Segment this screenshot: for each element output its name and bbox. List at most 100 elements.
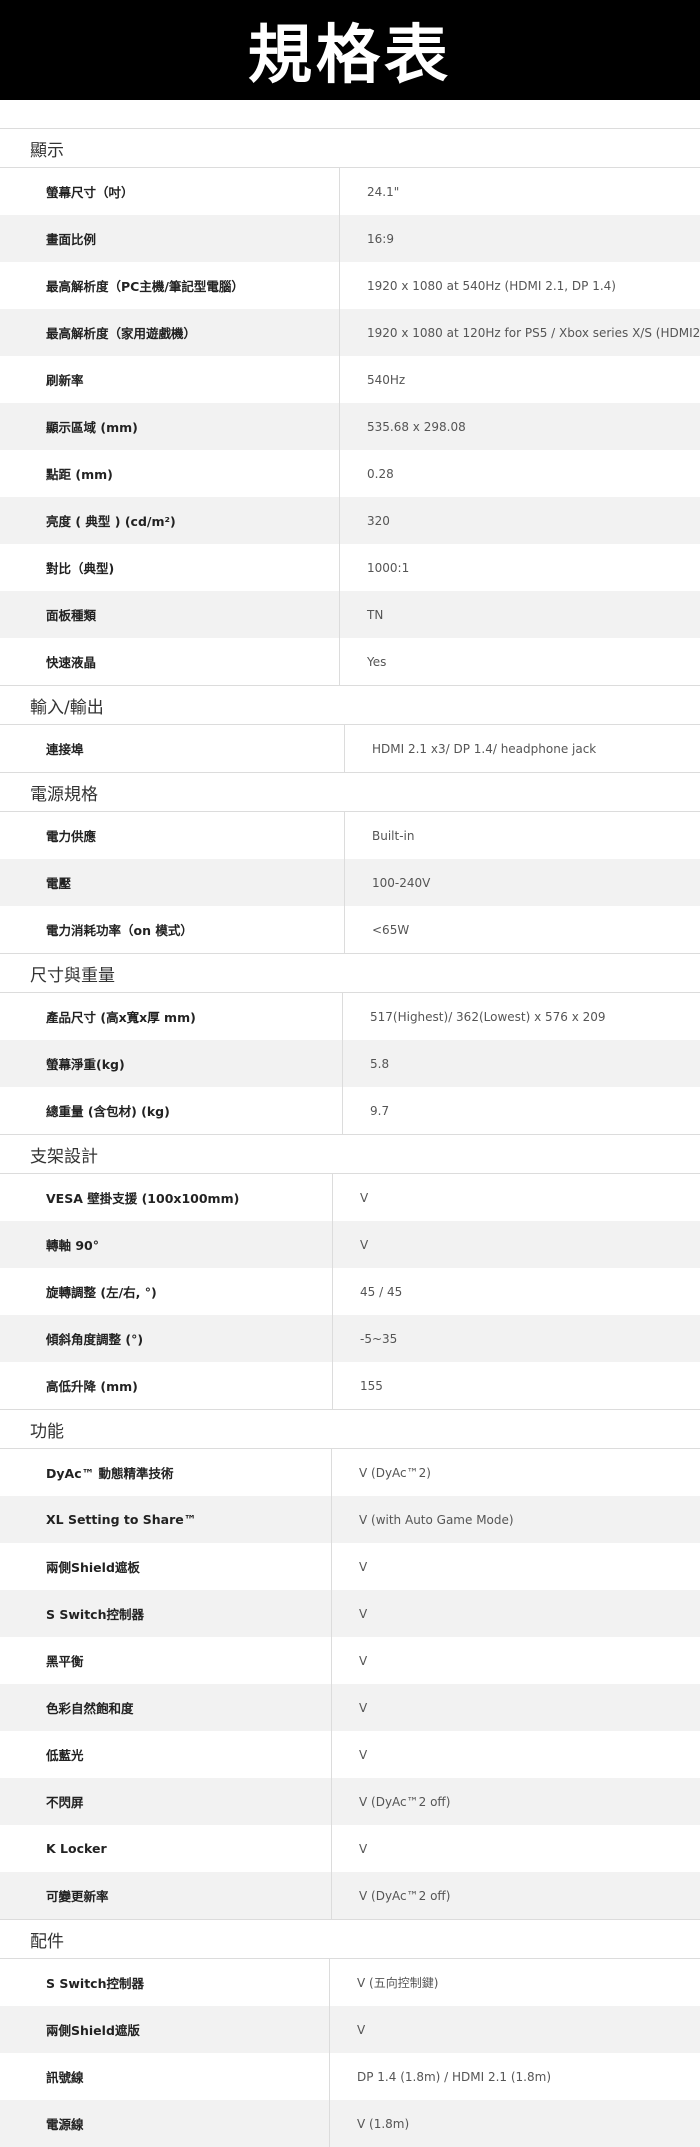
spec-row: 畫面比例 16:9 [0,215,700,262]
spec-label: 螢幕淨重(kg) [0,1040,343,1087]
spec-value: V (1.8m) [357,2116,410,2131]
spec-row: 螢幕尺寸（吋） 24.1" [0,168,700,215]
section-header: 配件 [0,1919,700,1959]
spec-label: 色彩自然飽和度 [0,1684,332,1731]
spec-value: V (DyAc™2 off) [359,1888,451,1903]
section-header: 輸入/輸出 [0,685,700,725]
spec-row: 高低升降 (mm) 155 [0,1362,700,1409]
spec-value: 1000:1 [367,560,410,575]
spec-label: 傾斜角度調整 (°) [0,1315,333,1362]
spec-value: 5.8 [370,1056,390,1071]
page-title: 規格表 [248,19,452,93]
spec-label: 連接埠 [0,725,345,772]
spec-label: 黑平衡 [0,1637,332,1684]
spec-label: 不閃屏 [0,1778,332,1825]
spec-row: 連接埠 HDMI 2.1 x3/ DP 1.4/ headphone jack [0,725,700,772]
spec-label: S Switch控制器 [0,1590,332,1637]
spec-row: 兩側Shield遮板 V [0,1543,700,1590]
spec-label: 電源線 [0,2100,330,2147]
page-title-banner: 規格表 [0,0,700,100]
spec-row: VESA 壁掛支援 (100x100mm) V [0,1174,700,1221]
spec-value: 100-240V [372,875,431,890]
spec-value: TN [367,607,384,622]
section-header: 顯示 [0,128,700,168]
spec-value: V [359,1747,368,1762]
spec-value: V [359,1841,368,1856]
spec-label: K Locker [0,1825,332,1872]
spec-label: 訊號線 [0,2053,330,2100]
spec-value: 9.7 [370,1103,390,1118]
spec-value: V [359,1559,368,1574]
spec-row: K Locker V [0,1825,700,1872]
spec-value: V [359,1606,368,1621]
spec-value: 517(Highest)/ 362(Lowest) x 576 x 209 [370,1009,606,1024]
spec-label: 兩側Shield遮版 [0,2006,330,2053]
spec-label: 兩側Shield遮板 [0,1543,332,1590]
spec-row: 產品尺寸 (高x寬x厚 mm) 517(Highest)/ 362(Lowest)… [0,993,700,1040]
spec-value: 1920 x 1080 at 120Hz for PS5 / Xbox seri… [367,325,700,340]
spec-value: 24.1" [367,184,400,199]
spec-value: V (with Auto Game Mode) [359,1512,514,1527]
spec-row: 最高解析度（家用遊戲機） 1920 x 1080 at 120Hz for PS5… [0,309,700,356]
section-header: 尺寸與重量 [0,953,700,993]
spec-row: 訊號線 DP 1.4 (1.8m) / HDMI 2.1 (1.8m) [0,2053,700,2100]
spec-value: V [360,1237,369,1252]
spec-label: 刷新率 [0,356,340,403]
spec-value: 535.68 x 298.08 [367,419,466,434]
spec-row: 亮度 ( 典型 ) (cd/m²) 320 [0,497,700,544]
spec-row: 轉軸 90° V [0,1221,700,1268]
spec-row: 低藍光 V [0,1731,700,1778]
spec-value: Yes [367,654,387,669]
spec-value: V (DyAc™2 off) [359,1794,451,1809]
spec-label: 轉軸 90° [0,1221,333,1268]
spec-row: 電源線 V (1.8m) [0,2100,700,2147]
spec-label: 產品尺寸 (高x寬x厚 mm) [0,993,343,1040]
spec-row: S Switch控制器 V [0,1590,700,1637]
spec-label: 快速液晶 [0,638,340,685]
spec-row: 顯示區域 (mm) 535.68 x 298.08 [0,403,700,450]
spec-label: DyAc™ 動態精準技術 [0,1449,332,1496]
spec-label: 最高解析度（家用遊戲機） [0,309,340,356]
spec-value: Built-in [372,828,415,843]
spec-label: 電力供應 [0,812,345,859]
spec-label: 畫面比例 [0,215,340,262]
spec-row: XL Setting to Share™ V (with Auto Game Mo… [0,1496,700,1543]
spec-row: 刷新率 540Hz [0,356,700,403]
spec-value: 1920 x 1080 at 540Hz (HDMI 2.1, DP 1.4) [367,278,616,293]
spec-row: 色彩自然飽和度 V [0,1684,700,1731]
spec-label: XL Setting to Share™ [0,1496,332,1543]
spec-label: 點距 (mm) [0,450,340,497]
spec-label: 低藍光 [0,1731,332,1778]
spec-label: 螢幕尺寸（吋） [0,168,340,215]
spec-value: 540Hz [367,372,406,387]
spec-value: 320 [367,513,390,528]
spec-value: -5~35 [360,1331,398,1346]
spec-value: <65W [372,922,410,937]
spec-row: 最高解析度（PC主機/筆記型電腦） 1920 x 1080 at 540Hz (H… [0,262,700,309]
section-header: 電源規格 [0,772,700,812]
spec-label: 對比（典型) [0,544,340,591]
spec-label: 電力消耗功率（on 模式） [0,906,345,953]
spec-value: 45 / 45 [360,1284,403,1299]
spec-value: 0.28 [367,466,394,481]
spec-value: V (五向控制鍵) [357,1976,439,1990]
spec-row: 電力消耗功率（on 模式） <65W [0,906,700,953]
spec-table: 顯示 螢幕尺寸（吋） 24.1" 畫面比例 16:9 最高解析度（PC主機/筆記型電腦） 1… [0,128,700,2147]
spec-value: V [360,1190,369,1205]
spec-row: 點距 (mm) 0.28 [0,450,700,497]
spec-value: V [357,2022,366,2037]
spec-label: 最高解析度（PC主機/筆記型電腦） [0,262,340,309]
spec-value: HDMI 2.1 x3/ DP 1.4/ headphone jack [372,741,597,756]
spec-row: 可變更新率 V (DyAc™2 off) [0,1872,700,1919]
spec-row: 電力供應 Built-in [0,812,700,859]
section-header: 支架設計 [0,1134,700,1174]
spec-row: 黑平衡 V [0,1637,700,1684]
spec-row: 傾斜角度調整 (°) -5~35 [0,1315,700,1362]
spec-row: 對比（典型) 1000:1 [0,544,700,591]
spec-label: 亮度 ( 典型 ) (cd/m²) [0,497,340,544]
spec-label: VESA 壁掛支援 (100x100mm) [0,1174,333,1221]
spec-row: 快速液晶 Yes [0,638,700,685]
spec-label: 顯示區域 (mm) [0,403,340,450]
spec-label: 電壓 [0,859,345,906]
spec-value: 16:9 [367,231,394,246]
